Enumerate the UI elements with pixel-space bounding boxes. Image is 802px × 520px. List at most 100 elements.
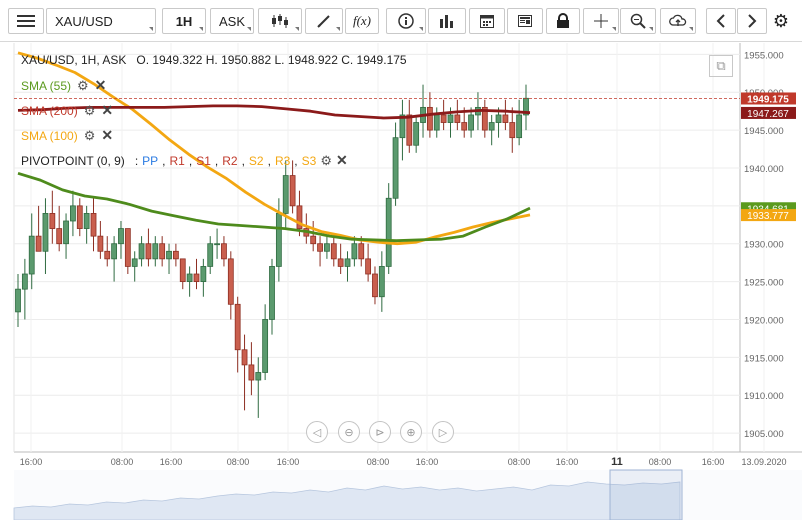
x-tick-label: 11: [611, 456, 623, 468]
indicator-pivot: PIVOTPOINT (0, 9) : PP, R1, S1, R2, S2, …: [21, 152, 348, 169]
y-tick-label: 1920.000: [744, 315, 784, 326]
candle-body: [392, 137, 399, 199]
candle-body: [413, 122, 420, 146]
candle-body: [166, 250, 172, 260]
candle: [372, 266, 378, 305]
candle-body: [378, 266, 385, 298]
gear-icon[interactable]: ⚙: [84, 103, 96, 119]
candle: [124, 228, 131, 275]
candle-body: [406, 114, 413, 146]
candle: [433, 107, 440, 138]
pivot-r2: R2: [222, 153, 238, 168]
expand-icon: ⧉: [716, 58, 726, 73]
candle-body: [35, 235, 42, 252]
candle: [221, 236, 227, 267]
close-icon[interactable]: ✕: [101, 127, 113, 144]
candle: [248, 342, 255, 396]
candle-body: [111, 243, 118, 260]
close-icon[interactable]: ✕: [101, 102, 113, 119]
candle-body: [461, 122, 468, 131]
candle: [234, 296, 241, 373]
candle-body: [145, 243, 152, 260]
candle: [303, 213, 310, 244]
candle: [152, 236, 159, 267]
x-tick-label: 08:00: [227, 457, 250, 467]
candle: [35, 205, 42, 252]
price-label-text: 1947.267: [747, 109, 789, 120]
candle: [186, 266, 193, 297]
candle-body: [248, 364, 255, 381]
candle: [63, 213, 69, 259]
candle: [317, 236, 323, 267]
gear-icon[interactable]: ⚙: [320, 153, 332, 169]
gear-icon[interactable]: ⚙: [77, 78, 89, 94]
candle: [145, 228, 152, 267]
candle-body: [138, 243, 145, 260]
price-label-text: 1949.175: [747, 94, 789, 105]
x-tick-label: 16:00: [556, 457, 579, 467]
candle: [324, 236, 330, 259]
candle-body: [104, 250, 111, 260]
candle-body: [269, 266, 275, 320]
triangle-right-icon: ▷: [438, 426, 448, 439]
candle: [523, 84, 529, 131]
zoom-in-button[interactable]: ⊕: [400, 421, 422, 443]
candle-body: [214, 243, 220, 246]
y-tick-label: 1945.000: [744, 126, 784, 137]
candle-body: [241, 349, 248, 366]
x-tick-label: 16:00: [702, 457, 725, 467]
close-icon[interactable]: ✕: [336, 152, 348, 169]
candle-body: [324, 243, 330, 252]
y-tick-label: 1905.000: [744, 429, 784, 440]
pivot-label: PIVOTPOINT (0, 9): [21, 153, 125, 168]
candle: [49, 190, 56, 244]
candle: [337, 243, 344, 275]
candle: [21, 258, 28, 320]
candle-body: [337, 258, 344, 267]
ohlc-readout: XAU/USD, 1H, ASK O. 1949.322 H. 1950.882…: [21, 53, 407, 67]
candle-body: [83, 213, 90, 229]
candle: [310, 220, 317, 252]
pivot-s3: S3: [301, 153, 317, 168]
zoom-out-icon: ⊖: [344, 426, 354, 439]
indicator-label: SMA (100): [21, 128, 78, 143]
y-tick-label: 1925.000: [744, 278, 784, 289]
candle: [488, 114, 495, 146]
candle: [104, 236, 111, 267]
candle: [200, 258, 207, 297]
candle: [76, 198, 83, 237]
candle: [131, 251, 138, 282]
candle: [406, 99, 413, 153]
y-tick-label: 1930.000: [744, 240, 784, 251]
zoom-out-button[interactable]: ⊖: [338, 421, 360, 443]
candle-body: [207, 243, 214, 267]
sma-lines: [14, 51, 740, 246]
pivot-s2: S2: [248, 153, 264, 168]
nav-prev-button[interactable]: ◁: [306, 421, 328, 443]
nav-next-button[interactable]: ▷: [432, 421, 454, 443]
x-tick-label: 16:00: [20, 457, 43, 467]
gear-icon[interactable]: ⚙: [84, 128, 96, 144]
candle: [159, 236, 166, 267]
x-tick-label: 16:00: [160, 457, 183, 467]
y-tick-label: 1940.000: [744, 164, 784, 175]
candle-body: [42, 213, 49, 252]
candle-body: [28, 235, 35, 275]
close-icon[interactable]: ✕: [95, 77, 107, 94]
indicator-label: SMA (200): [21, 103, 78, 118]
y-tick-label: 1915.000: [744, 353, 784, 364]
reset-button[interactable]: ⊳: [369, 421, 391, 443]
expand-button[interactable]: ⧉: [709, 55, 733, 77]
triangle-left-icon: ◁: [312, 426, 322, 439]
price-chart[interactable]: 1955.0001950.0001945.0001940.0001935.000…: [0, 0, 802, 520]
candle-body: [372, 273, 378, 298]
candle: [138, 236, 145, 267]
candle-body: [365, 258, 372, 275]
candle: [207, 236, 214, 275]
pivot-pp: PP: [142, 153, 159, 168]
candle-body: [186, 273, 193, 282]
candle-body: [488, 122, 495, 131]
x-tick-label: 16:00: [277, 457, 300, 467]
pivot-s1: S1: [196, 153, 211, 168]
candle: [97, 220, 104, 259]
